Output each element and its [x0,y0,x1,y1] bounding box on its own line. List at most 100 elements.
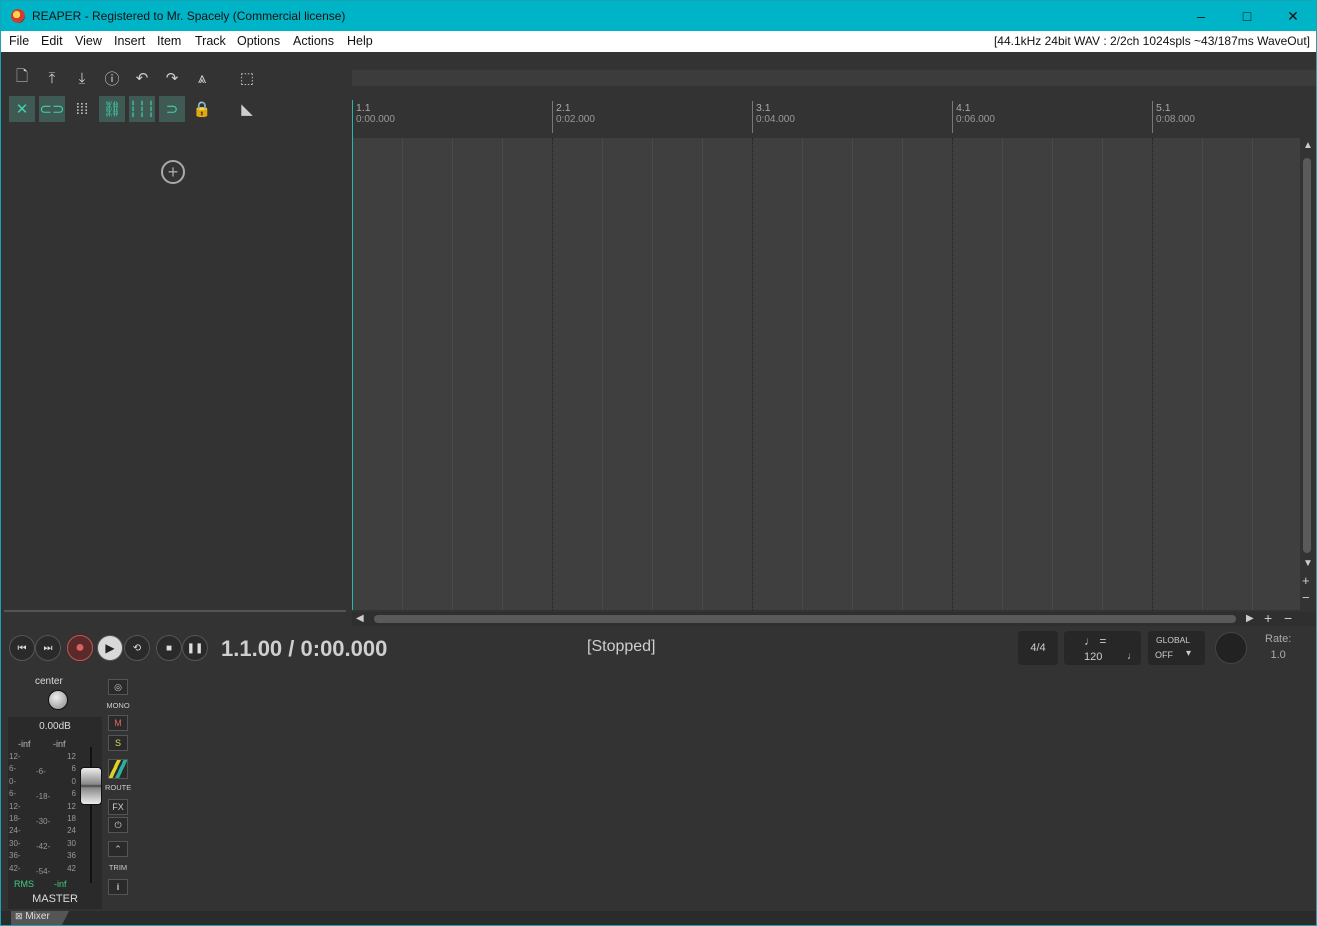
arrange-view[interactable]: 1.1 0:00.000 2.1 0:02.000 3.1 0:04.000 4.1 0… [352,70,1316,626]
meter-scale-tick: 12 [67,752,76,761]
lock-icon[interactable]: 🔒 [189,96,215,122]
solo-button[interactable]: S [108,735,128,751]
tcp-divider[interactable] [4,610,346,612]
horizontal-scroll-thumb[interactable] [374,615,1236,623]
mixer-tab[interactable]: ⊠ Mixer [11,911,69,925]
pause-button[interactable]: ❚❚ [182,635,208,661]
rate-value[interactable]: 1.0 [1265,649,1291,661]
grid-lines-icon[interactable]: ┆┆┆ [128,96,156,122]
auto-crossfade-icon[interactable]: ⊃ [159,96,185,122]
zoom-in-horizontal-icon[interactable]: + [1264,610,1272,626]
dropdown-chevron-icon[interactable]: ▾ [1186,648,1191,659]
grid-beat-line [1052,138,1053,610]
vertical-scroll-thumb[interactable] [1303,158,1311,553]
undo-icon[interactable]: ↶ [129,65,155,91]
menu-edit[interactable]: Edit [41,34,63,48]
meter-scale-tick: 42 [67,863,76,873]
ruler-mark: 3.1 0:04.000 [756,102,795,125]
menu-actions[interactable]: Actions [293,34,334,48]
vertical-scrollbar[interactable]: ▲ ▼ + − [1300,138,1314,610]
meter-scale-tick: 18 [67,814,76,824]
play-button[interactable]: ▶ [97,635,123,661]
meter-scale-tick: 12 [67,801,76,811]
mute-button[interactable]: M [108,715,128,731]
envelope-lock-icon[interactable]: ⛓ [99,96,125,122]
timeline-ruler[interactable]: 1.1 0:00.000 2.1 0:02.000 3.1 0:04.000 4.1 0… [352,97,1302,139]
position-display[interactable]: 1.1.00 / 0:00.000 [221,636,387,662]
peak-left[interactable]: -inf [18,739,31,749]
close-button[interactable]: ✕ [1270,1,1316,31]
metronome-icon[interactable]: ⩓ [189,65,215,91]
pan-knob[interactable] [48,690,68,710]
reaper-window: REAPER - Registered to Mr. Spacely (Comm… [0,0,1317,926]
meter-scale-middle: -6- -18- -30- -42- -54- [36,759,50,884]
meter-scale-tick: 18- [9,814,21,824]
menu-file[interactable]: File [9,34,29,48]
tempo-box[interactable]: ♩ = 120 ♩ [1064,631,1141,665]
playrate-display[interactable]: Rate: 1.0 [1265,633,1291,661]
rms-value: -inf [54,879,67,889]
menu-track[interactable]: Track [195,34,226,48]
grid-bar-line [952,138,953,610]
volume-readout[interactable]: 0.00dB [8,721,102,732]
volume-fader-handle[interactable] [80,767,102,805]
peak-right[interactable]: -inf [53,739,66,749]
ripple-edit-icon[interactable]: ✕ [9,96,35,122]
global-automation-box[interactable]: GLOBAL OFF ▾ [1148,631,1205,665]
grid-bar-line [1152,138,1153,610]
menu-insert[interactable]: Insert [114,34,145,48]
zoom-out-vertical-icon[interactable]: − [1302,590,1310,605]
new-project-icon[interactable]: 🗋 [9,65,35,91]
grid-beat-line [402,138,403,610]
region-marker-lane[interactable] [352,70,1316,86]
route-label: ROUTE [105,783,132,792]
global-automation-value[interactable]: OFF [1155,650,1173,660]
mono-toggle-icon[interactable]: ◎ [108,679,128,695]
envelope-icon[interactable]: ⌃ [108,841,128,857]
horizontal-scrollbar[interactable]: ◀ ▶ + − [352,610,1316,626]
playrate-knob[interactable] [1215,632,1247,664]
menu-help[interactable]: Help [347,34,373,48]
rate-label: Rate: [1265,633,1292,645]
route-icon[interactable] [108,759,128,779]
redo-icon[interactable]: ↷ [159,65,185,91]
scroll-right-icon[interactable]: ▶ [1246,613,1254,624]
repeat-button[interactable]: ⟲ [124,635,150,661]
menu-view[interactable]: View [75,34,102,48]
record-button[interactable]: ● [67,635,93,661]
minimize-button[interactable]: – [1178,1,1224,31]
maximize-button[interactable]: □ [1224,1,1270,31]
global-automation-label: GLOBAL [1156,635,1191,645]
zoom-in-vertical-icon[interactable]: + [1302,573,1310,588]
track-area[interactable] [352,138,1300,610]
meter-scale-tick: 0- [9,776,17,786]
fx-bypass-icon[interactable]: ⏻ [108,817,128,833]
trim-content-icon[interactable]: ◣ [234,96,260,122]
open-project-icon[interactable]: ⤒ [39,65,65,91]
meter-scale-tick: 30- [9,838,21,848]
scroll-down-icon[interactable]: ▼ [1303,558,1313,569]
grid-bar-line [552,138,553,610]
zoom-out-horizontal-icon[interactable]: − [1284,610,1292,626]
go-to-start-button[interactable]: ⏮ [9,635,35,661]
project-settings-icon[interactable]: ⓘ [99,65,125,91]
go-to-end-button[interactable]: ⏭ [35,635,61,661]
close-tab-icon[interactable]: ⊠ [15,911,23,921]
add-track-button[interactable]: + [161,160,185,184]
grid-snap-icon[interactable]: ⁞⁞⁞ [69,96,95,122]
menu-options[interactable]: Options [237,34,280,48]
save-project-icon[interactable]: ⤓ [69,65,95,91]
menu-item[interactable]: Item [157,34,181,48]
time-signature[interactable]: 4/4 [1018,631,1058,665]
scroll-left-icon[interactable]: ◀ [356,613,364,624]
tempo-value[interactable]: 120 [1084,651,1102,663]
audio-device-status[interactable]: [44.1kHz 24bit WAV : 2/2ch 1024spls ~43/… [994,34,1310,48]
stop-button[interactable]: ■ [156,635,182,661]
scroll-up-icon[interactable]: ▲ [1303,140,1313,151]
fx-button[interactable]: FX [108,799,128,815]
info-button[interactable]: i [108,879,128,895]
item-grouping-icon[interactable]: ⊂⊃ [39,96,65,122]
meter-scale-tick: -18- [36,792,51,801]
tap-tempo-icon[interactable]: ♩ [1127,651,1137,662]
marquee-select-icon[interactable]: ⬚ [234,65,260,91]
